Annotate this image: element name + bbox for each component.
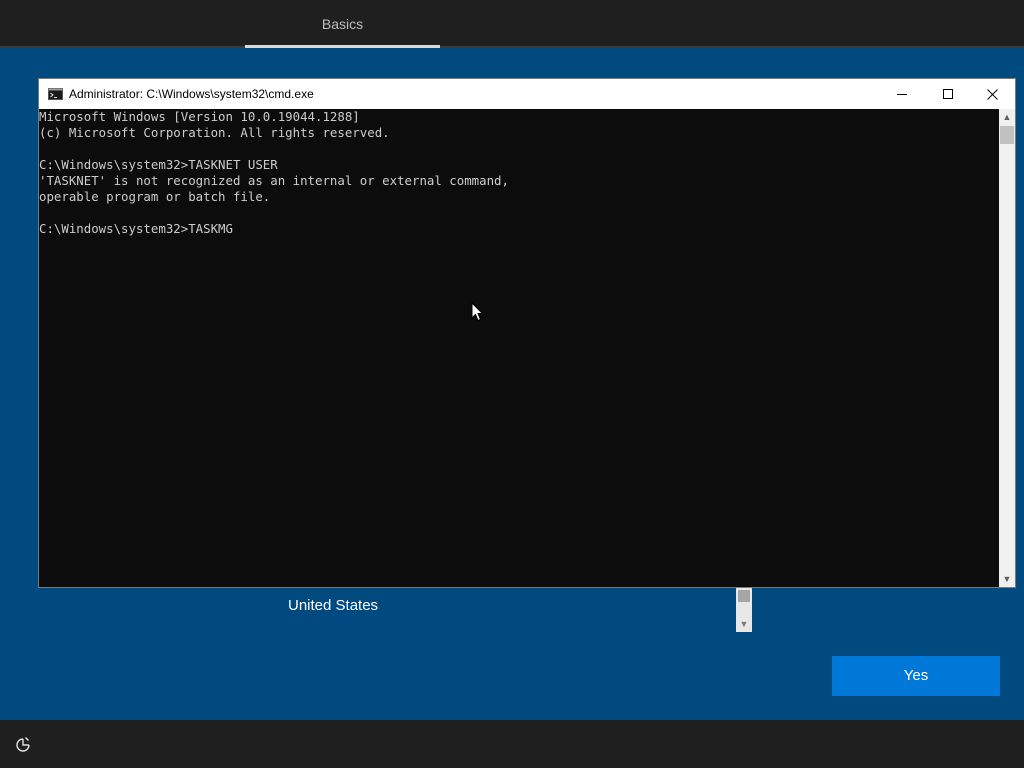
cmd-window[interactable]: Administrator: C:\Windows\system32\cmd.e…: [38, 78, 1016, 588]
oobe-screen: Basics United States ▼ Yes Administrator…: [0, 0, 1024, 768]
bottom-bar: [0, 720, 1024, 768]
maximize-button[interactable]: [925, 79, 971, 109]
tab-basics[interactable]: Basics: [245, 0, 440, 46]
minimize-button[interactable]: [879, 79, 925, 109]
tab-active-indicator: [245, 45, 440, 48]
region-list-scrollbar[interactable]: ▼: [736, 588, 752, 632]
chevron-up-icon[interactable]: ▲: [999, 109, 1015, 125]
region-list-item[interactable]: United States: [288, 596, 378, 616]
cmd-title-bar[interactable]: Administrator: C:\Windows\system32\cmd.e…: [39, 79, 1015, 109]
cmd-console[interactable]: Microsoft Windows [Version 10.0.19044.12…: [39, 109, 999, 587]
cmd-app-icon: [48, 88, 63, 100]
chevron-down-icon[interactable]: ▼: [736, 617, 752, 631]
cmd-scrollbar[interactable]: ▲ ▼: [999, 109, 1015, 587]
accessibility-icon[interactable]: [14, 736, 32, 754]
mouse-pointer-icon: [471, 302, 483, 322]
top-nav-bar: Basics: [0, 0, 1024, 48]
maximize-icon: [943, 89, 953, 99]
close-button[interactable]: [969, 79, 1015, 109]
minimize-icon: [897, 94, 907, 95]
cmd-output-text[interactable]: Microsoft Windows [Version 10.0.19044.12…: [39, 109, 509, 237]
cmd-window-title: Administrator: C:\Windows\system32\cmd.e…: [69, 87, 314, 101]
cmd-scroll-thumb[interactable]: [1000, 126, 1014, 144]
chevron-down-icon[interactable]: ▼: [999, 571, 1015, 587]
close-icon: [986, 88, 998, 100]
region-list-scroll-thumb[interactable]: [738, 590, 750, 602]
yes-button[interactable]: Yes: [832, 656, 1000, 696]
